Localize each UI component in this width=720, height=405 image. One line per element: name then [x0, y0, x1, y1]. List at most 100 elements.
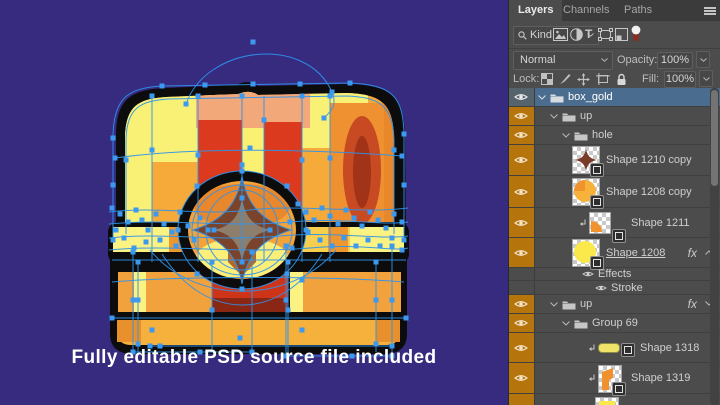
layer-row-box-gold[interactable]: box_gold [509, 88, 720, 107]
lock-transparency-icon[interactable] [541, 73, 553, 85]
yellow-thumb-sliver [596, 398, 618, 405]
stroke-label: Stroke [611, 282, 643, 294]
layer-row-up[interactable]: up [509, 107, 720, 126]
lock-pixels-brush-icon[interactable] [559, 73, 571, 85]
eye-icon[interactable] [582, 270, 594, 278]
orange-quarter-thumb [590, 213, 610, 233]
shape-layer-filter-icon[interactable] [598, 28, 613, 41]
layer-row-shape-1208[interactable]: Shape 1208 fx [509, 238, 720, 268]
stroke-effect-row[interactable]: Stroke [509, 281, 720, 295]
eye-icon[interactable] [514, 318, 528, 328]
expand-chevron-icon[interactable] [562, 321, 570, 326]
opacity-dropdown[interactable] [696, 51, 710, 68]
filter-bar: Kind T [509, 21, 720, 49]
clipping-mask-arrow-icon [588, 374, 596, 382]
search-icon [518, 31, 527, 40]
layer-name: box_gold [568, 91, 613, 103]
visibility-cell[interactable] [509, 333, 535, 362]
adjustment-layer-filter-icon[interactable] [570, 28, 583, 41]
visibility-cell[interactable] [509, 314, 535, 332]
layer-name: Shape 1319 [631, 372, 690, 384]
visibility-cell[interactable] [509, 88, 535, 106]
visibility-cell[interactable] [509, 126, 535, 144]
eye-icon[interactable] [514, 343, 528, 353]
layer-thumbnail[interactable] [572, 146, 600, 174]
layer-name: up [580, 298, 592, 310]
layer-thumbnail[interactable] [595, 397, 619, 405]
eye-icon[interactable] [514, 218, 528, 228]
visibility-cell [509, 281, 535, 294]
filter-toggle-switch[interactable] [631, 25, 641, 43]
layer-row-shape-1208-copy[interactable]: Shape 1208 copy [509, 176, 720, 208]
layer-row-shape-1318[interactable]: Shape 1318 [509, 333, 720, 363]
blend-mode-select[interactable]: Normal [513, 51, 613, 70]
layer-name: hole [592, 129, 613, 141]
layer-thumbnail[interactable] [572, 239, 600, 267]
lock-all-padlock-icon[interactable] [616, 73, 627, 86]
group-folder-icon [574, 318, 588, 329]
fill-value[interactable]: 100% [664, 71, 696, 88]
eye-icon[interactable] [514, 111, 528, 121]
panel-menu-icon[interactable] [704, 7, 716, 15]
lock-artboard-icon[interactable] [596, 73, 610, 85]
eye-icon[interactable] [514, 373, 528, 383]
tab-channels[interactable]: Channels [554, 0, 618, 21]
layer-row-shape-1211[interactable]: Shape 1211 [509, 208, 720, 238]
clipping-mask-arrow-icon [588, 344, 596, 352]
pixel-layer-filter-icon[interactable] [553, 28, 568, 41]
layer-row-hole[interactable]: hole [509, 126, 720, 145]
effects-row[interactable]: Effects [509, 268, 720, 281]
visibility-cell[interactable] [509, 208, 535, 237]
vector-mask-badge [590, 163, 604, 177]
lock-position-move-icon[interactable] [577, 73, 590, 86]
fx-indicator[interactable]: fx [688, 297, 697, 311]
expand-chevron-icon[interactable] [550, 302, 558, 307]
layer-thumbnail[interactable] [598, 365, 622, 393]
caption-text: Fully editable PSD source file included [0, 347, 508, 369]
yellow-bar-thumb[interactable] [598, 343, 620, 353]
layer-row-up-2[interactable]: up fx [509, 295, 720, 314]
chevron-down-icon [703, 77, 710, 81]
eye-icon[interactable] [514, 130, 528, 140]
eye-icon[interactable] [514, 299, 528, 309]
layer-row-group-69[interactable]: Group 69 [509, 314, 720, 333]
expand-chevron-icon[interactable] [538, 95, 546, 100]
fill-dropdown[interactable] [699, 70, 713, 87]
expand-chevron-icon[interactable] [562, 133, 570, 138]
layer-thumbnail[interactable] [589, 212, 611, 234]
eye-icon[interactable] [514, 187, 528, 197]
visibility-cell[interactable] [509, 363, 535, 393]
blend-bar: Normal Opacity: 100% [509, 48, 720, 71]
layer-thumbnail[interactable] [572, 178, 600, 206]
layer-row-shape-1319[interactable]: Shape 1319 [509, 363, 720, 394]
blend-mode-value: Normal [520, 54, 555, 66]
layers-panel: Layers Channels Paths Kind [508, 0, 720, 405]
layer-name: Group 69 [592, 317, 638, 329]
expand-chevron-icon[interactable] [550, 114, 558, 119]
scrollbar-thumb[interactable] [711, 90, 718, 186]
visibility-cell[interactable] [509, 107, 535, 125]
visibility-cell[interactable] [509, 295, 535, 313]
visibility-cell[interactable] [509, 238, 535, 267]
visibility-cell[interactable] [509, 394, 535, 405]
kind-filter-label: Kind [530, 29, 552, 41]
eye-icon[interactable] [595, 284, 607, 292]
vector-mask-badge [590, 195, 604, 209]
panel-tab-bar: Layers Channels Paths [509, 0, 720, 21]
clipping-mask-arrow-icon [579, 219, 587, 227]
layer-name: Shape 1210 copy [606, 154, 692, 166]
type-layer-filter-icon[interactable]: T [585, 27, 592, 41]
visibility-cell[interactable] [509, 145, 535, 175]
opacity-value[interactable]: 100% [657, 52, 693, 69]
document-canvas[interactable]: Fully editable PSD source file included [0, 0, 508, 405]
layer-row-partial[interactable] [509, 394, 720, 405]
treasure-chest-illustration [0, 0, 508, 405]
visibility-cell[interactable] [509, 176, 535, 207]
eye-icon[interactable] [514, 155, 528, 165]
eye-icon[interactable] [514, 248, 528, 258]
tab-paths[interactable]: Paths [615, 0, 661, 21]
layer-row-shape-1210-copy[interactable]: Shape 1210 copy [509, 145, 720, 176]
smart-object-filter-icon[interactable] [615, 28, 628, 41]
fx-indicator[interactable]: fx [688, 246, 697, 260]
eye-icon[interactable] [514, 92, 528, 102]
